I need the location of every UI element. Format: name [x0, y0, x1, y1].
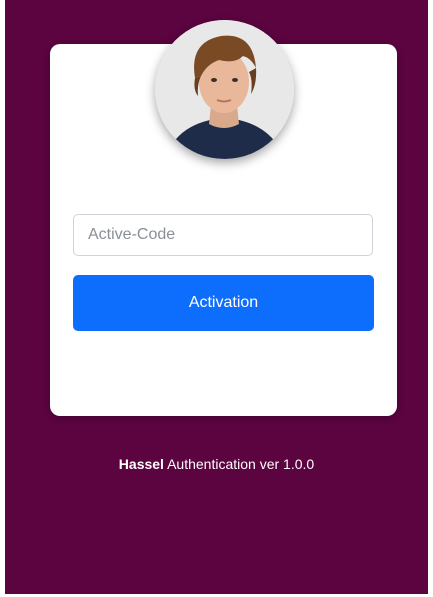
active-code-input[interactable]	[73, 214, 373, 256]
screenshot-frame: Activation Hassel Authentication ver 1.0…	[0, 0, 433, 597]
avatar-portrait-icon	[155, 20, 294, 159]
activation-button[interactable]: Activation	[73, 275, 374, 331]
avatar	[155, 20, 294, 159]
footer-brand: Hassel	[118, 456, 164, 472]
footer-version-text: Authentication ver 1.0.0	[167, 456, 315, 472]
footer: Hassel Authentication ver 1.0.0	[5, 456, 428, 472]
